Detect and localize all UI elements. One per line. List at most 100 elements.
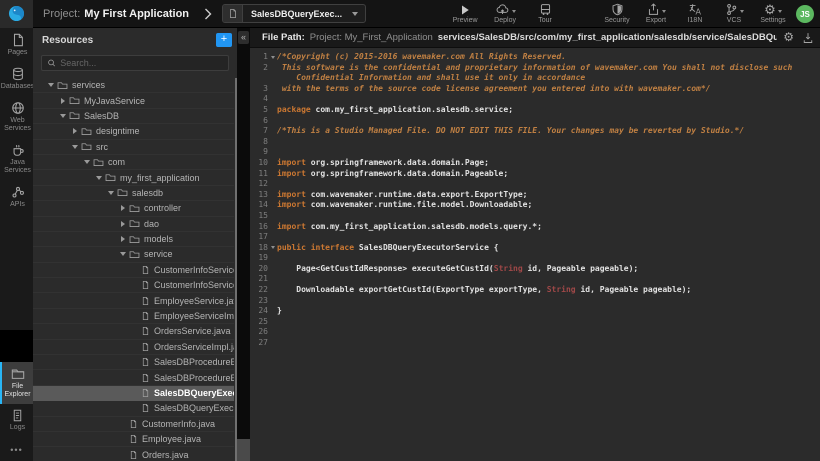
tree-item[interactable]: dao [33,217,234,232]
tree-item[interactable]: SalesDBProcedureExecutorService.java [33,355,234,370]
settings-caret-icon [778,10,782,13]
tree-item[interactable]: Orders.java [33,447,234,461]
settings-button[interactable]: ⚙ Settings [760,3,786,24]
tree-item[interactable]: SalesDBQueryExecutorServiceImpl.java [33,401,234,416]
code-line[interactable]: 27 [250,338,820,349]
code-line[interactable]: 21 [250,274,820,285]
tree-item[interactable]: CustomerInfo.java [33,417,234,432]
sidebar-item-pages[interactable]: Pages [0,28,33,62]
tree-item[interactable]: OrdersServiceImpl.java [33,340,234,355]
sidebar-item-logs[interactable]: Logs [0,404,33,437]
wavemaker-logo-icon [7,4,26,23]
open-file-dropdown[interactable]: SalesDBQueryExec... [222,4,366,23]
code-line[interactable]: 3 with the terms of the source code lice… [250,84,820,95]
search-input[interactable] [60,58,223,68]
tree-item[interactable]: src [33,140,234,155]
fold-marker-icon[interactable] [268,243,277,254]
fold-marker-icon[interactable] [268,52,277,63]
tree-item[interactable]: SalesDBProcedureExecutorServiceImpl.java [33,370,234,385]
tree-item[interactable]: service [33,247,234,262]
tree-item[interactable]: OrdersService.java [33,324,234,339]
code-line[interactable]: 11import org.springframework.data.domain… [250,169,820,180]
tree-toggle-icon[interactable] [95,176,103,180]
code-line[interactable]: 5package com.my_first_application.salesd… [250,105,820,116]
tree-item[interactable]: salesdb [33,186,234,201]
code-line[interactable]: 25 [250,317,820,328]
tree-toggle-icon[interactable] [119,205,127,211]
panel-divider[interactable]: « [237,28,250,461]
vcs-button[interactable]: VCS [721,3,747,24]
tree-item[interactable]: my_first_application [33,170,234,185]
security-button[interactable]: Security [604,3,630,24]
code-line[interactable]: 2 This software is the confidential and … [250,63,820,74]
tree-toggle-icon[interactable] [59,98,67,104]
code-line[interactable]: 24} [250,306,820,317]
tree-toggle-icon[interactable] [119,252,127,256]
tree-item[interactable]: models [33,232,234,247]
code-line[interactable]: 26 [250,327,820,338]
code-line[interactable]: 17 [250,232,820,243]
tree-item[interactable]: SalesDB [33,109,234,124]
wavemaker-logo[interactable] [0,0,33,28]
deploy-button[interactable]: Deploy [492,3,518,24]
sidebar-item-file-explorer[interactable]: File Explorer [0,362,33,404]
collapse-panel-button[interactable]: « [238,31,249,44]
tree-item[interactable]: EmployeeServiceImpl.java [33,309,234,324]
tree-item[interactable]: SalesDBQueryExecutorService.java [33,386,234,401]
tree-item[interactable]: MyJavaService [33,93,234,108]
code-editor[interactable]: 1/*Copyright (c) 2015-2016 wavemaker.com… [250,49,820,461]
tree-toggle-icon[interactable] [47,83,55,87]
tree-toggle-icon[interactable] [71,128,79,134]
code-line[interactable]: 20 Page<GetCustIdResponse> executeGetCus… [250,264,820,275]
tree-item[interactable]: CustomerInfoServiceImpl.java [33,278,234,293]
code-line[interactable]: 1/*Copyright (c) 2015-2016 wavemaker.com… [250,52,820,63]
code-line[interactable]: 18public interface SalesDBQueryExecutorS… [250,243,820,254]
tree-toggle-icon[interactable] [83,160,91,164]
filepath-project: Project: My_First_Application [310,32,433,43]
code-line[interactable]: 23 [250,296,820,307]
scrollbar-thumb[interactable] [237,439,250,461]
code-line[interactable]: 15 [250,211,820,222]
code-line[interactable]: 8 [250,137,820,148]
code-line[interactable]: 9 [250,147,820,158]
code-line[interactable]: 7/*This is a Studio Managed File. DO NOT… [250,126,820,137]
tree-toggle-icon[interactable] [119,221,127,227]
i18n-button[interactable]: A I18N [682,3,708,24]
tree-toggle-icon[interactable] [71,145,79,149]
download-icon[interactable] [802,32,814,44]
file-settings-icon[interactable]: ⚙ [783,31,794,44]
code-line[interactable]: Confidential Information and shall use i… [250,73,820,84]
tree-item[interactable]: com [33,155,234,170]
line-number: 12 [250,179,268,190]
code-line[interactable]: 19 [250,253,820,264]
code-line[interactable]: 14import com.wavemaker.runtime.file.mode… [250,200,820,211]
user-avatar[interactable]: JS [796,5,814,23]
tree-item[interactable]: EmployeeService.java [33,293,234,308]
tree-item[interactable]: designtime [33,124,234,139]
tree-toggle-icon[interactable] [119,236,127,242]
add-resource-button[interactable]: + [216,33,232,47]
sidebar-more-button[interactable]: ••• [0,437,33,461]
sidebar-item-java-services[interactable]: Java Services [0,138,33,180]
export-button[interactable]: Export [643,3,669,24]
code-line[interactable]: 6 [250,116,820,127]
sidebar-item-apis[interactable]: APIs [0,180,33,214]
code-line[interactable]: 4 [250,94,820,105]
fold-gutter [268,338,277,349]
tree-item[interactable]: controller [33,201,234,216]
tree-toggle-icon[interactable] [107,191,115,195]
tour-button[interactable]: Tour [532,3,558,24]
code-line[interactable]: 10import org.springframework.data.domain… [250,158,820,169]
code-line[interactable]: 13import com.wavemaker.runtime.data.expo… [250,190,820,201]
tree-toggle-icon[interactable] [59,114,67,118]
code-line[interactable]: 16import com.my_first_application.salesd… [250,222,820,233]
tree-item[interactable]: services [33,78,234,93]
code-line[interactable]: 12 [250,179,820,190]
sidebar-item-web-services[interactable]: Web Services [0,96,33,138]
preview-button[interactable]: Preview [452,3,478,24]
tree-item[interactable]: Employee.java [33,432,234,447]
tree-item[interactable]: CustomerInfoService.java [33,263,234,278]
sidebar-item-databases[interactable]: Databases [0,62,33,96]
code-line[interactable]: 22 Downloadable exportGetCustId(ExportTy… [250,285,820,296]
folder-icon [69,110,80,121]
